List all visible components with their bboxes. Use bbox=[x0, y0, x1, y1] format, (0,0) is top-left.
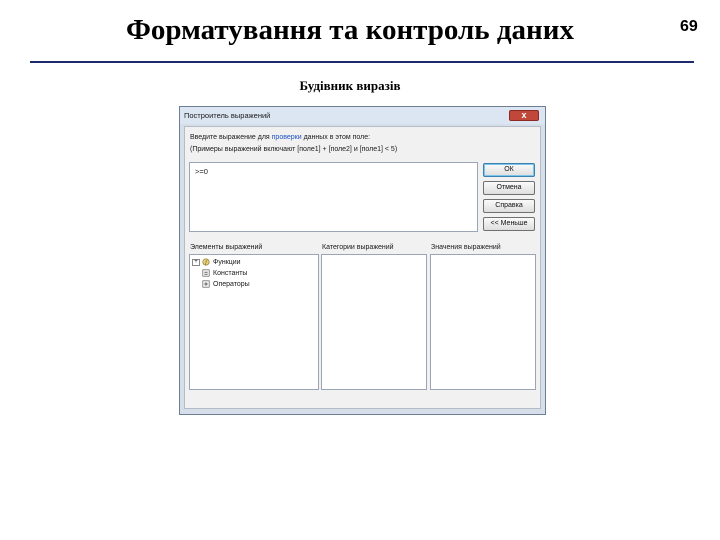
expression-values-list[interactable] bbox=[430, 254, 536, 390]
prompt-text-start: Введите выражение для bbox=[190, 134, 272, 141]
tree-item-functions[interactable]: + f Функции bbox=[192, 258, 241, 269]
dialog-title: Построитель выражений bbox=[184, 111, 271, 120]
functions-icon: f bbox=[202, 258, 210, 266]
tree-item-label: Константы bbox=[213, 269, 248, 277]
constants-icon bbox=[202, 269, 210, 277]
tree-item-operators[interactable]: Операторы bbox=[202, 280, 250, 291]
title-divider bbox=[30, 61, 694, 63]
expression-prompt: Введите выражение для проверки данных в … bbox=[190, 134, 370, 141]
expression-elements-list[interactable]: + f Функции Константы Операторы bbox=[189, 254, 319, 390]
values-column-label: Значения выражений bbox=[431, 244, 501, 251]
validation-link[interactable]: проверки bbox=[272, 134, 302, 141]
tree-item-label: Операторы bbox=[213, 280, 250, 288]
ok-button[interactable]: ОК bbox=[483, 163, 535, 177]
slide-title: Форматування та контроль даних bbox=[126, 14, 574, 46]
expression-hint: (Примеры выражений включают [поле1] + [п… bbox=[190, 146, 398, 153]
cancel-button[interactable]: Отмена bbox=[483, 181, 535, 195]
dialog-titlebar: Построитель выражений x bbox=[180, 107, 545, 124]
categories-column-label: Категории выражений bbox=[322, 244, 394, 251]
dialog-client-area: Введите выражение для проверки данных в … bbox=[184, 126, 541, 409]
expression-builder-dialog: Построитель выражений x Введите выражени… bbox=[179, 106, 546, 415]
help-button[interactable]: Справка bbox=[483, 199, 535, 213]
slide-caption: Будівник виразів bbox=[299, 78, 401, 93]
elements-column-label: Элементы выражений bbox=[190, 244, 263, 251]
expression-categories-list[interactable] bbox=[321, 254, 427, 390]
operators-icon bbox=[202, 280, 210, 288]
page-number: 69 bbox=[680, 18, 698, 35]
tree-item-label: Функции bbox=[213, 258, 241, 266]
tree-item-constants[interactable]: Константы bbox=[202, 269, 247, 280]
prompt-text-end: данных в этом поле: bbox=[301, 134, 371, 141]
close-icon: x bbox=[521, 110, 527, 120]
expression-value: >=0 bbox=[195, 167, 208, 176]
less-button[interactable]: << Меньше bbox=[483, 217, 535, 231]
expression-input[interactable]: >=0 bbox=[189, 162, 478, 232]
close-button[interactable]: x bbox=[509, 110, 539, 121]
expand-icon[interactable]: + bbox=[192, 258, 200, 266]
